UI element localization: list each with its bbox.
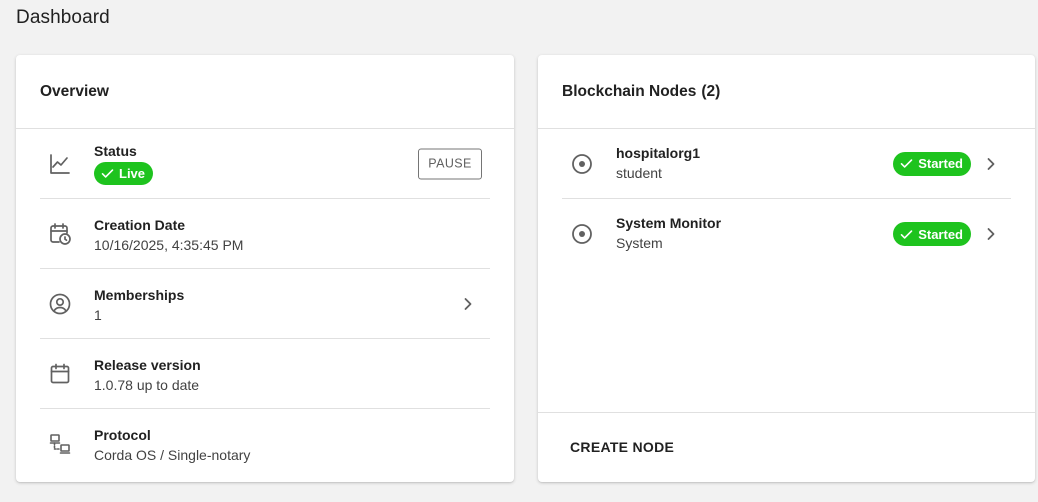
node-card-footer: CREATE NODE xyxy=(538,413,1035,481)
creation-date-value: 10/16/2025, 4:35:45 PM xyxy=(94,237,244,253)
calendar-clock-icon xyxy=(48,222,72,246)
blockchain-nodes-title: Blockchain Nodes xyxy=(562,82,697,100)
status-text: Status Live xyxy=(94,143,154,186)
network-icon xyxy=(48,432,72,456)
started-status-badge: Started xyxy=(893,222,971,246)
protocol-label: Protocol xyxy=(94,427,151,443)
blockchain-nodes-card: Blockchain Nodes (2) hospitalorg1 studen… xyxy=(538,55,1035,482)
overview-card-title: Overview xyxy=(16,55,514,129)
check-icon xyxy=(100,166,115,181)
memberships-text: Memberships 1 xyxy=(94,287,184,323)
creation-date-text: Creation Date 10/16/2025, 4:35:45 PM xyxy=(94,217,243,253)
overview-card: Overview Status Live PAUSE Creation Date… xyxy=(16,55,514,482)
live-status-badge: Live xyxy=(94,162,154,185)
started-status-badge: Started xyxy=(893,151,971,176)
protocol-text: Protocol Corda OS / Single-notary xyxy=(94,427,250,463)
creation-date-row: Creation Date 10/16/2025, 4:35:45 PM xyxy=(40,199,490,269)
pause-button[interactable]: PAUSE xyxy=(418,148,482,179)
memberships-row[interactable]: Memberships 1 xyxy=(40,269,490,339)
chevron-right-icon[interactable] xyxy=(981,154,1001,174)
account-circle-icon xyxy=(48,292,72,316)
status-row: Status Live PAUSE xyxy=(40,129,490,199)
chevron-right-icon[interactable] xyxy=(458,294,478,314)
protocol-row: Protocol Corda OS / Single-notary xyxy=(40,409,490,479)
blockchain-nodes-count: (2) xyxy=(701,82,721,100)
page-title: Dashboard xyxy=(16,7,110,28)
radio-button-checked-icon xyxy=(570,152,594,176)
creation-date-label: Creation Date xyxy=(94,217,186,233)
release-version-text: Release version 1.0.78 up to date xyxy=(94,357,201,393)
overview-list: Status Live PAUSE Creation Date 10/16/20… xyxy=(16,129,514,479)
release-version-label: Release version xyxy=(94,357,201,373)
release-version-value: 1.0.78 up to date xyxy=(94,377,200,393)
check-icon xyxy=(899,227,914,242)
started-status-label: Started xyxy=(918,226,963,242)
status-label: Status xyxy=(94,143,137,159)
blockchain-nodes-header: Blockchain Nodes (2) xyxy=(538,55,1035,129)
node-list: hospitalorg1 student Started System Moni… xyxy=(538,129,1035,413)
memberships-value: 1 xyxy=(94,307,102,323)
create-node-button[interactable]: CREATE NODE xyxy=(562,433,682,461)
radio-button-checked-icon xyxy=(570,222,594,246)
memberships-label: Memberships xyxy=(94,287,185,303)
node-row-system-monitor[interactable]: System Monitor System Started xyxy=(562,199,1011,269)
node-text: System Monitor System xyxy=(616,215,721,252)
chevron-right-icon[interactable] xyxy=(981,224,1001,244)
check-icon xyxy=(899,156,914,171)
protocol-value: Corda OS / Single-notary xyxy=(94,447,251,463)
release-version-row: Release version 1.0.78 up to date xyxy=(40,339,490,409)
started-status-label: Started xyxy=(918,156,963,171)
line-chart-icon xyxy=(48,152,72,176)
node-name: hospitalorg1 xyxy=(616,145,701,161)
node-name: System Monitor xyxy=(616,215,722,231)
node-subtitle: student xyxy=(616,165,662,181)
live-status-label: Live xyxy=(119,166,146,181)
node-subtitle: System xyxy=(616,235,663,251)
calendar-icon xyxy=(48,362,72,386)
node-text: hospitalorg1 student xyxy=(616,145,700,182)
node-row-hospitalorg1[interactable]: hospitalorg1 student Started xyxy=(562,129,1011,199)
